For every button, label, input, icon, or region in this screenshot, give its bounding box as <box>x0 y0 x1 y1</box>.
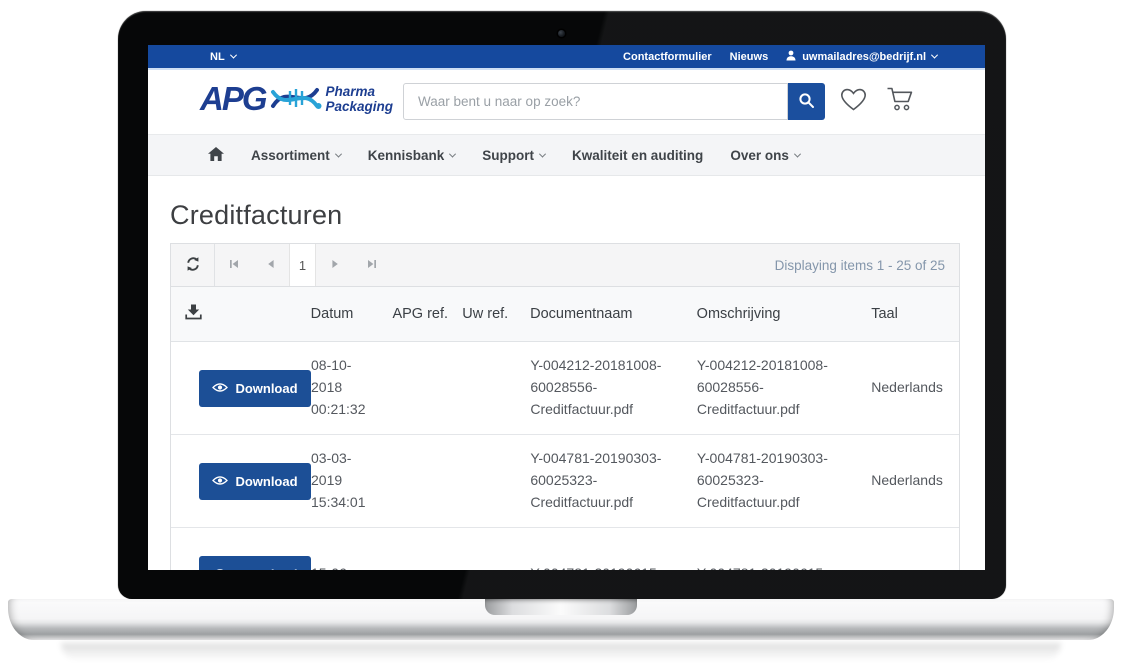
prev-page-button[interactable] <box>252 244 289 286</box>
first-page-icon <box>228 258 240 273</box>
cell-datum: 15-06- <box>311 563 393 570</box>
cart-icon <box>886 100 915 115</box>
cell-datum: 03-03- 2019 15:34:01 <box>311 448 393 513</box>
last-page-icon <box>366 258 378 273</box>
nav-label: Over ons <box>730 148 789 163</box>
nav-label: Assortiment <box>251 148 330 163</box>
download-column-header <box>171 304 311 324</box>
grid-header-row: Datum APG ref. Uw ref. Documentnaam Omsc… <box>171 287 959 342</box>
logo-brand-text: APG <box>200 82 266 115</box>
wishlist-button[interactable] <box>840 88 867 115</box>
laptop-lid: NL Contactformulier Nieuws uwmailadres@b… <box>118 11 1006 599</box>
nav-kwaliteit-en-auditing[interactable]: Kwaliteit en auditing <box>572 148 703 163</box>
chevron-down-icon <box>449 150 456 157</box>
download-button-label: Download <box>235 381 297 396</box>
page-title: Creditfacturen <box>170 200 985 231</box>
chevron-down-icon <box>794 150 801 157</box>
search-icon <box>798 92 815 112</box>
logo-tagline-line2: Packaging <box>326 100 394 115</box>
utility-topbar: NL Contactformulier Nieuws uwmailadres@b… <box>148 45 985 70</box>
laptop-screen: NL Contactformulier Nieuws uwmailadres@b… <box>148 45 985 570</box>
eye-icon <box>212 567 228 571</box>
nav-home[interactable] <box>208 147 224 164</box>
page-number-indicator[interactable]: 1 <box>289 244 316 286</box>
account-email: uwmailadres@bedrijf.nl <box>802 51 926 63</box>
download-button-label: Download <box>235 474 297 489</box>
column-header-omschrijving: Omschrijving <box>697 306 872 322</box>
nav-support[interactable]: Support <box>482 148 545 163</box>
user-icon <box>786 50 796 64</box>
search-bar <box>403 83 825 120</box>
webcam-dot <box>558 30 565 37</box>
chevron-down-icon <box>539 150 546 157</box>
column-header-apg-ref: APG ref. <box>392 306 462 322</box>
column-header-taal: Taal <box>871 306 959 322</box>
column-header-uw-ref: Uw ref. <box>462 306 530 322</box>
cell-documentnaam: Y-004781-20190615- <box>530 563 696 570</box>
chevron-down-icon <box>931 52 938 59</box>
refresh-button[interactable] <box>171 244 215 286</box>
home-icon <box>208 147 224 164</box>
nav-kennisbank[interactable]: Kennisbank <box>368 148 456 163</box>
cell-omschrijving: Y-004212-20181008- 60028556- Creditfactu… <box>697 355 871 420</box>
nieuws-link[interactable]: Nieuws <box>730 51 769 63</box>
download-button-label: Download <box>235 567 297 571</box>
language-selector[interactable]: NL <box>210 51 236 63</box>
eye-icon <box>212 474 228 489</box>
laptop-lid-notch <box>485 599 637 615</box>
search-input[interactable] <box>403 83 788 120</box>
chevron-down-icon <box>335 150 342 157</box>
contactformulier-link[interactable]: Contactformulier <box>623 51 712 63</box>
cell-omschrijving: Y-004781-20190303- 60025323- Creditfactu… <box>697 448 871 513</box>
download-button[interactable]: Download <box>199 556 311 571</box>
account-menu[interactable]: uwmailadres@bedrijf.nl <box>786 50 937 64</box>
documents-grid: 1 Displaying items 1 - 25 of 25 <box>170 243 960 570</box>
table-row: Download 03-03- 2019 15:34:01 Y-004781-2… <box>171 435 959 528</box>
status-text: Displaying items 1 - 25 of 25 <box>775 244 959 286</box>
download-button[interactable]: Download <box>199 463 311 500</box>
nav-assortiment[interactable]: Assortiment <box>251 148 341 163</box>
column-header-datum: Datum <box>311 306 393 322</box>
nav-label: Support <box>482 148 534 163</box>
logo-tagline: Pharma Packaging <box>326 85 394 115</box>
prev-page-icon <box>265 258 277 273</box>
dna-helix-icon <box>270 83 322 118</box>
chevron-down-icon <box>230 52 237 59</box>
cell-taal: Nederlands <box>871 377 959 399</box>
main-nav: Assortiment Kennisbank Support Kwaliteit… <box>148 134 985 176</box>
refresh-icon <box>185 256 201 275</box>
first-page-button[interactable] <box>215 244 252 286</box>
cell-taal: Nederlands <box>871 470 959 492</box>
cell-documentnaam: Y-004781-20190303- 60025323- Creditfactu… <box>530 448 696 513</box>
next-page-icon <box>329 258 341 273</box>
cell-datum: 08-10- 2018 00:21:32 <box>311 355 393 420</box>
cell-documentnaam: Y-004212-20181008- 60028556- Creditfactu… <box>530 355 696 420</box>
download-icon <box>185 308 202 324</box>
search-button[interactable] <box>788 83 825 120</box>
apg-logo[interactable]: APG Pharma Packaging <box>200 79 393 118</box>
table-row: Download 15-06- Y-004781-20190615- Y-004… <box>171 528 959 570</box>
laptop-reflection <box>61 643 1061 661</box>
logo-tagline-line1: Pharma <box>326 85 394 100</box>
site-header: APG Pharma Packaging <box>148 70 985 134</box>
cart-button[interactable] <box>886 86 915 115</box>
eye-icon <box>212 381 228 396</box>
cell-omschrijving: Y-004781-20190615- <box>697 563 871 570</box>
download-button[interactable]: Download <box>199 370 311 407</box>
grid-toolbar: 1 Displaying items 1 - 25 of 25 <box>171 244 959 287</box>
column-header-documentnaam: Documentnaam <box>530 306 697 322</box>
last-page-button[interactable] <box>353 244 390 286</box>
nav-over-ons[interactable]: Over ons <box>730 148 800 163</box>
heart-icon <box>840 100 867 115</box>
nav-label: Kwaliteit en auditing <box>572 148 703 163</box>
nav-label: Kennisbank <box>368 148 445 163</box>
table-row: Download 08-10- 2018 00:21:32 Y-004212-2… <box>171 342 959 435</box>
next-page-button[interactable] <box>316 244 353 286</box>
language-label: NL <box>210 51 225 63</box>
laptop-base <box>8 599 1114 640</box>
